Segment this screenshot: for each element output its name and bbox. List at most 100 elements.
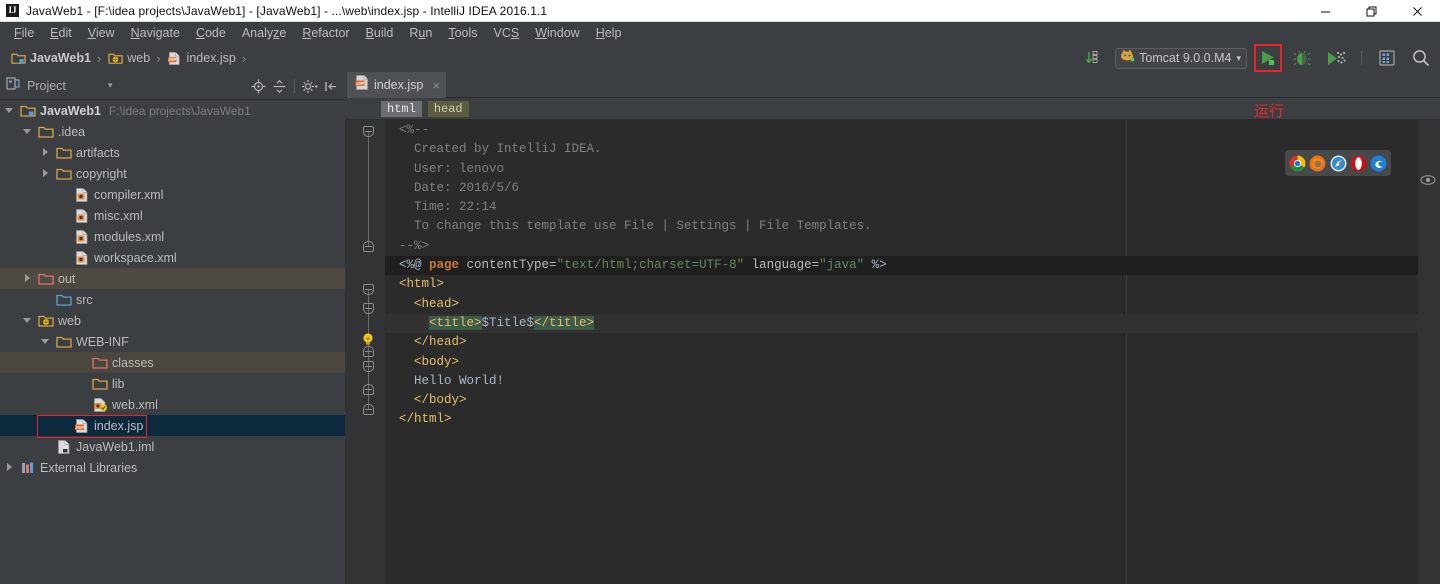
project-tree[interactable]: JavaWeb1 F:\idea projects\JavaWeb1 .idea ar… — [0, 100, 345, 584]
code-line[interactable]: <body> — [385, 353, 1440, 372]
code-line[interactable]: <html> — [385, 275, 1440, 294]
menu-item-window[interactable]: Window — [527, 24, 587, 42]
tree-node-label: WEB-INF — [76, 334, 129, 349]
editor-right-rail[interactable] — [1418, 120, 1440, 584]
locate-file-icon[interactable] — [248, 75, 268, 97]
fold-marker-head-end[interactable] — [363, 346, 374, 357]
tree-node-src[interactable]: src — [0, 289, 345, 310]
opera-icon[interactable] — [1350, 155, 1367, 172]
menu-item-code[interactable]: Code — [188, 24, 234, 42]
code-line[interactable]: User: lenovo — [385, 160, 1440, 179]
tree-node-javaweb1-iml[interactable]: JavaWeb1.iml — [0, 436, 345, 457]
breadcrumb-web[interactable]: web — [105, 48, 152, 68]
run-button[interactable] — [1254, 44, 1282, 72]
update-running-application-icon[interactable] — [1081, 45, 1107, 71]
tree-node-index-jsp[interactable]: JSP index.jsp — [0, 415, 345, 438]
menu-item-navigate[interactable]: Navigate — [123, 24, 188, 42]
tree-node-web[interactable]: web — [0, 310, 345, 331]
edge-icon[interactable] — [1370, 155, 1387, 172]
close-icon[interactable]: × — [432, 78, 440, 93]
safari-icon[interactable] — [1330, 155, 1347, 172]
tree-node-web-inf[interactable]: WEB-INF — [0, 331, 345, 352]
code-line[interactable]: <title>$Title$</title> — [385, 313, 1440, 334]
debug-button[interactable] — [1289, 45, 1315, 71]
code-line[interactable]: <head> — [385, 295, 1440, 314]
run-with-coverage-button[interactable] — [1323, 45, 1349, 71]
code-line[interactable]: Time: 22:14 — [385, 198, 1440, 217]
menu-item-analyze[interactable]: Analyze — [234, 24, 294, 42]
fold-marker-body-end[interactable] — [363, 384, 374, 395]
chevron-right-icon[interactable] — [23, 273, 34, 284]
chevron-down-icon[interactable] — [23, 126, 34, 137]
code-line[interactable]: Hello World! — [385, 372, 1440, 391]
tree-node-compiler-xml[interactable]: compiler.xml — [0, 184, 345, 205]
tree-node-modules-xml[interactable]: modules.xml — [0, 226, 345, 247]
menu-item-refactor[interactable]: Refactor — [294, 24, 357, 42]
menu-item-file[interactable]: File — [6, 24, 42, 42]
tree-node-artifacts[interactable]: artifacts — [0, 142, 345, 163]
collapse-all-icon[interactable] — [269, 75, 289, 97]
settings-button[interactable] — [1374, 45, 1400, 71]
browser-preview-bar[interactable] — [1285, 150, 1391, 176]
tree-node-javaweb1[interactable]: JavaWeb1 F:\idea projects\JavaWeb1 — [0, 100, 345, 121]
chrome-icon[interactable] — [1289, 155, 1306, 172]
tree-node-workspace-xml[interactable]: workspace.xml — [0, 247, 345, 268]
code-line[interactable]: </html> — [385, 410, 1440, 429]
code-editor[interactable]: <%-- Created by IntelliJ IDEA. User: len… — [345, 120, 1440, 584]
intention-lightbulb-icon[interactable] — [361, 332, 375, 346]
fold-marker-comment-end[interactable] — [363, 241, 374, 252]
tree-node-lib[interactable]: lib — [0, 373, 345, 394]
code-line[interactable]: </body> — [385, 391, 1440, 410]
code-line[interactable]: --%> — [385, 237, 1440, 256]
editor-breadcrumb-tag-html[interactable]: html — [381, 100, 422, 117]
fold-marker-comment-start[interactable] — [363, 126, 374, 137]
chevron-right-icon[interactable] — [5, 462, 16, 473]
chevron-down-icon[interactable] — [41, 336, 52, 347]
run-configuration-selector[interactable]: Tomcat 9.0.0.M4 ▾ — [1115, 47, 1247, 69]
fold-marker-body-start[interactable] — [363, 361, 374, 372]
firefox-icon[interactable] — [1309, 155, 1326, 172]
menu-item-build[interactable]: Build — [358, 24, 402, 42]
project-view-chevron-down-icon[interactable]: ▾ — [108, 80, 113, 91]
tree-node-copyright[interactable]: copyright — [0, 163, 345, 184]
chevron-down-icon[interactable]: ▾ — [1236, 53, 1241, 64]
chevron-right-icon[interactable] — [41, 168, 52, 179]
tree-node-classes[interactable]: classes — [0, 352, 345, 373]
menu-item-run[interactable]: Run — [401, 24, 440, 42]
chevron-down-icon[interactable] — [5, 105, 16, 116]
tree-node-misc-xml[interactable]: misc.xml — [0, 205, 345, 226]
tree-node-external-libraries[interactable]: External Libraries — [0, 457, 345, 478]
chevron-right-icon[interactable] — [41, 147, 52, 158]
code-line[interactable]: Created by IntelliJ IDEA. — [385, 140, 1440, 159]
menu-item-edit[interactable]: Edit — [42, 24, 80, 42]
menu-item-vcs[interactable]: VCS — [486, 24, 528, 42]
breadcrumb-index-jsp[interactable]: JSP index.jsp — [165, 48, 238, 68]
code-line[interactable]: <%@ page contentType="text/html;charset=… — [385, 256, 1440, 276]
fold-marker-head-start[interactable] — [363, 303, 374, 314]
code-line[interactable]: </head> — [385, 333, 1440, 352]
editor-breadcrumb-tag-head[interactable]: head — [427, 100, 469, 117]
editor-tab-index-jsp[interactable]: JSP index.jsp × — [347, 72, 446, 98]
code-line[interactable]: Date: 2016/5/6 — [385, 179, 1440, 198]
breadcrumb-javaweb1[interactable]: JavaWeb1 — [8, 48, 93, 68]
menu-item-tools[interactable]: Tools — [440, 24, 485, 42]
panel-settings-icon[interactable] — [300, 75, 320, 97]
tree-node-out[interactable]: out — [0, 268, 345, 289]
search-everywhere-button[interactable] — [1408, 45, 1434, 71]
chevron-down-icon[interactable] — [23, 315, 34, 326]
hide-panel-icon[interactable] — [321, 75, 341, 97]
menu-item-help[interactable]: Help — [588, 24, 630, 42]
minimize-button[interactable] — [1302, 0, 1348, 22]
preview-eye-icon[interactable] — [1420, 173, 1436, 187]
tree-node-web-xml[interactable]: web.xml — [0, 394, 345, 415]
close-button[interactable] — [1394, 0, 1440, 22]
fold-marker-html-start[interactable] — [363, 284, 374, 295]
code-line[interactable]: <%-- — [385, 121, 1440, 140]
maximize-button[interactable] — [1348, 0, 1394, 22]
code-lines[interactable]: <%-- Created by IntelliJ IDEA. User: len… — [385, 120, 1440, 584]
menu-item-view[interactable]: View — [80, 24, 123, 42]
tree-node-label: web.xml — [112, 397, 158, 412]
tree-node--idea[interactable]: .idea — [0, 121, 345, 142]
code-line[interactable]: To change this template use File | Setti… — [385, 217, 1440, 236]
